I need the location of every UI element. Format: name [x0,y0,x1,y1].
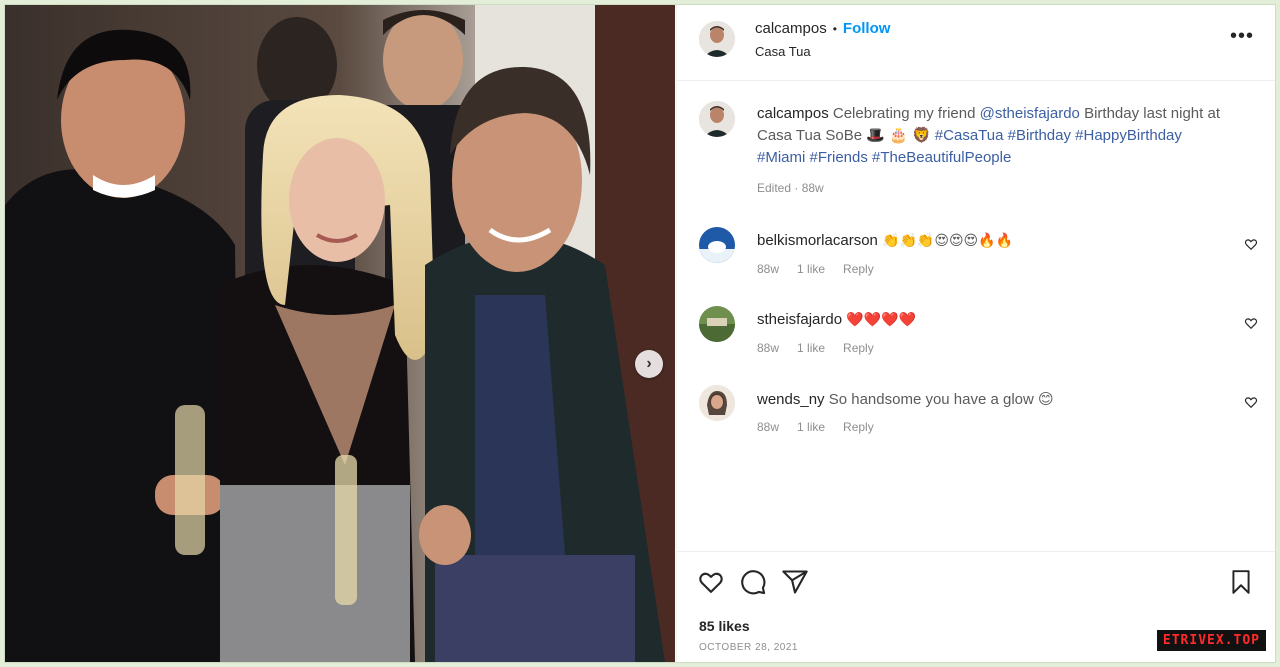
comments-section: calcampos Celebrating my friend @stheisf… [677,81,1275,551]
party-photo-illustration [5,5,675,662]
avatar-image [699,21,735,57]
avatar-image [699,101,735,137]
avatar-image [699,306,735,342]
post-author-username[interactable]: calcampos [755,20,827,37]
share-paper-plane-icon[interactable] [781,568,809,596]
post-location[interactable]: Casa Tua [755,44,811,59]
comment-username[interactable]: belkismorlacarson [757,232,878,249]
like-heart-icon[interactable] [697,568,725,596]
comment-likes[interactable]: 1 like [797,341,825,355]
more-horizontal-icon: ••• [1229,25,1254,47]
bookmark-icon [1232,570,1250,594]
comment-meta: 88w 1 like Reply [757,262,874,276]
caption-text-part: Celebrating my friend [832,105,976,122]
comment-like-heart-icon[interactable] [1244,316,1258,330]
comment-line: belkismorlacarson 👏👏👏😍😍😍🔥🔥 [757,232,1013,249]
comment-line: stheisfajardo ❤️❤️❤️❤️ [757,311,916,328]
comment-age: 88w [757,341,780,355]
avatar-image [699,385,735,421]
comment-line: wends_ny So handsome you have a glow 😊 [757,390,1054,408]
separator-dot: • [832,21,837,36]
comment-username[interactable]: stheisfajardo [757,311,842,328]
chevron-right-icon: › [646,355,652,372]
save-bookmark-button[interactable] [1228,568,1254,596]
comment-meta: 88w 1 like Reply [757,420,874,434]
watermark-label: ETRIVEX.TOP [1156,630,1266,651]
comment-reply-button[interactable]: Reply [843,420,874,434]
post-actions [697,568,809,596]
caption-author-avatar[interactable] [699,101,735,137]
comment-reply-button[interactable]: Reply [843,262,874,276]
follow-button[interactable]: Follow [843,20,891,37]
caption-text: calcampos Celebrating my friend @stheisf… [757,103,1227,169]
caption-hashtags[interactable]: #CasaTua #Birthday [935,127,1071,144]
caption-edited: Edited · 88w [757,181,824,195]
post-author-row: calcampos • Follow [755,20,890,37]
comment-username[interactable]: wends_ny [757,391,825,408]
comment-text: ❤️❤️❤️❤️ [846,311,916,327]
comment-text: So handsome you have a glow 😊 [828,391,1054,408]
comment-age: 88w [757,420,780,434]
carousel-next-button[interactable]: › [635,350,663,378]
commenter-avatar[interactable] [699,227,735,263]
more-options-button[interactable]: ••• [1230,26,1254,46]
instagram-post: › calcampos • Follow Casa Tua ••• calcam… [5,5,1275,662]
comment-likes[interactable]: 1 like [797,262,825,276]
avatar-image [699,227,735,263]
comment-likes[interactable]: 1 like [797,420,825,434]
comment-text: 👏👏👏😍😍😍🔥🔥 [882,232,1014,248]
comment-item: stheisfajardo ❤️❤️❤️❤️ 88w 1 like Reply [677,306,1275,376]
comment-meta: 88w 1 like Reply [757,341,874,355]
comment-bubble-icon[interactable] [739,568,767,596]
comment-like-heart-icon[interactable] [1244,237,1258,251]
comment-item: wends_ny So handsome you have a glow 😊 8… [677,385,1275,455]
caption-username[interactable]: calcampos [757,105,829,122]
caption-meta: Edited · 88w [757,181,824,195]
post-date: OCTOBER 28, 2021 [699,642,798,653]
comment-age: 88w [757,262,780,276]
post-photo[interactable]: › [5,5,675,662]
caption-mention[interactable]: @stheisfajardo [980,105,1080,122]
comment-reply-button[interactable]: Reply [843,341,874,355]
post-header: calcampos • Follow Casa Tua ••• [677,5,1275,81]
post-side-panel: calcampos • Follow Casa Tua ••• calcampo… [676,5,1275,662]
likes-count[interactable]: 85 likes [699,618,750,634]
comment-item: belkismorlacarson 👏👏👏😍😍😍🔥🔥 88w 1 like Re… [677,227,1275,297]
comment-like-heart-icon[interactable] [1244,395,1258,409]
commenter-avatar[interactable] [699,306,735,342]
author-avatar[interactable] [699,21,735,57]
caption-emojis: 🎩 🎂 🦁 [866,127,931,144]
commenter-avatar[interactable] [699,385,735,421]
